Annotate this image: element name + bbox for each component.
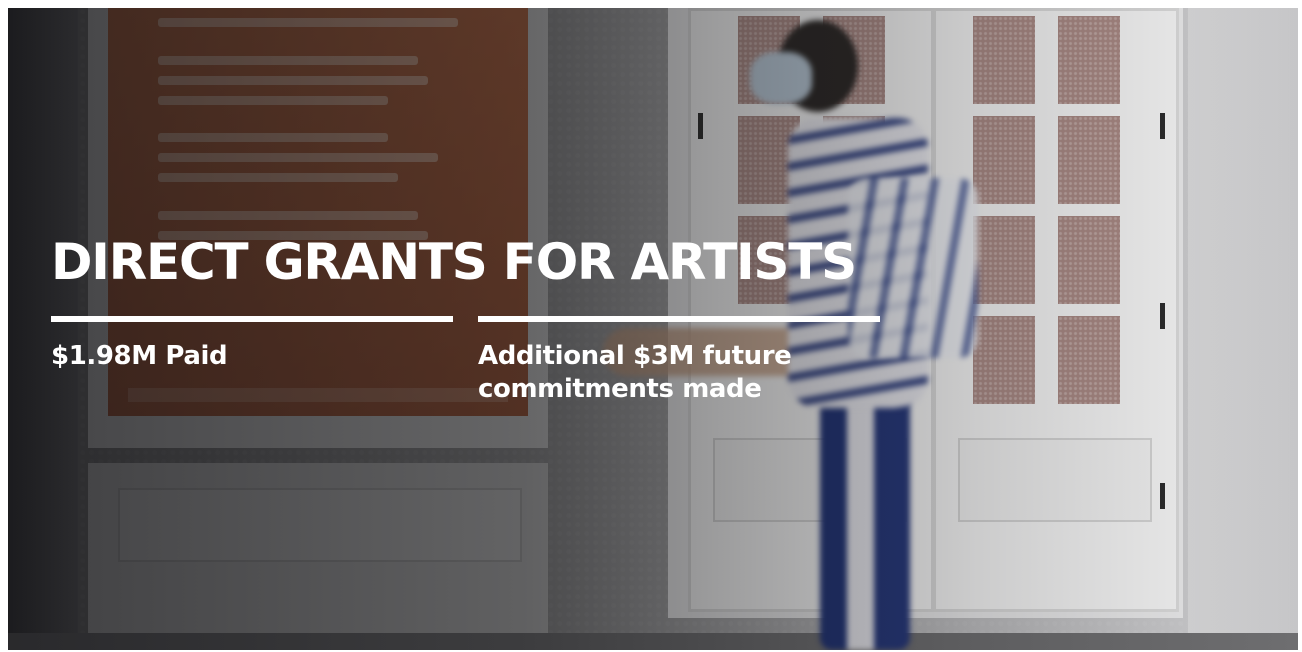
stat-label: $1.98M Paid	[51, 341, 228, 371]
hero-headline: DIRECT GRANTS FOR ARTISTS	[51, 233, 857, 291]
stat-label-line: commitments made	[478, 374, 762, 404]
hero-banner: DIRECT GRANTS FOR ARTISTS $1.98M Paid Ad…	[8, 8, 1298, 650]
stat-commitments: Additional $3M future commitments made	[478, 316, 880, 406]
stat-paid: $1.98M Paid	[51, 316, 453, 373]
stat-label-line: Additional $3M future	[478, 341, 792, 371]
stat-label: Additional $3M future commitments made	[478, 340, 880, 406]
stat-divider	[478, 316, 880, 322]
stat-divider	[51, 316, 453, 322]
